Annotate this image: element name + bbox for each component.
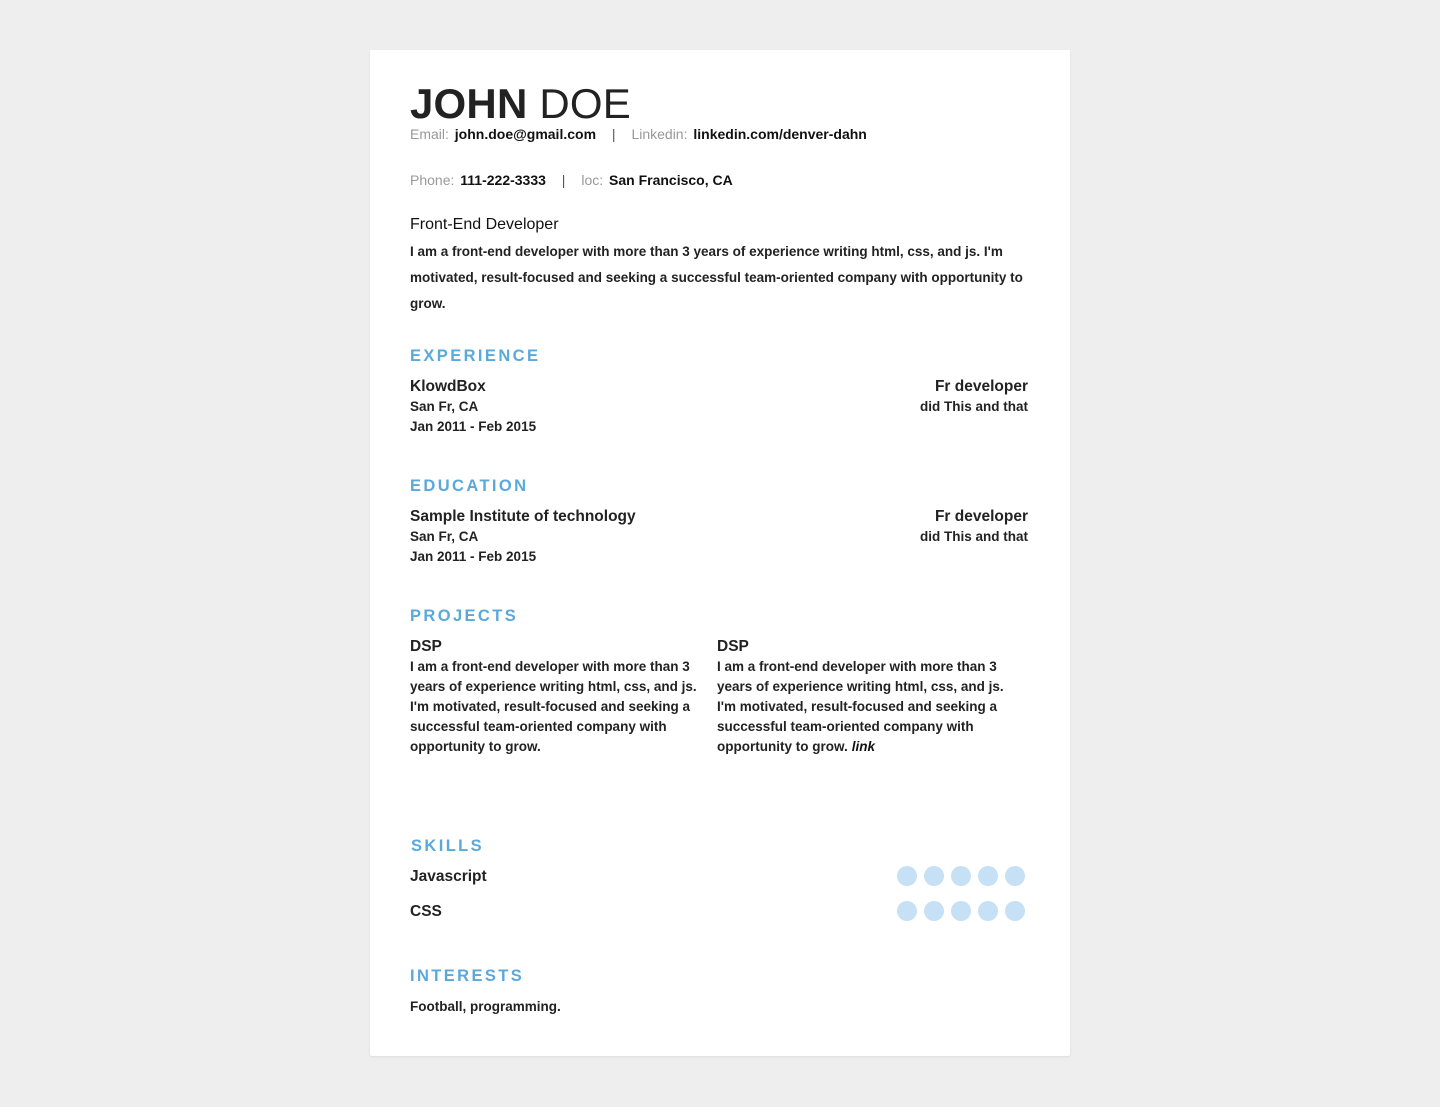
skill-dot bbox=[978, 866, 998, 886]
education-description: did This and that bbox=[920, 529, 1028, 544]
linkedin-link[interactable]: linkedin.com/denver-dahn bbox=[693, 126, 866, 142]
experience-role: Fr developer bbox=[934, 378, 1028, 395]
education-entry: Sample Institute of technology San Fr, C… bbox=[410, 507, 1028, 569]
education-heading: EDUCATION bbox=[410, 477, 529, 495]
resume-page: JOHN DOE Email: john.doe@gmail.com | Lin… bbox=[370, 50, 1070, 1056]
location-value: San Francisco, CA bbox=[609, 172, 733, 188]
skill-dot bbox=[951, 901, 971, 921]
skill-row: Javascript bbox=[410, 866, 1028, 890]
project-card: DSP I am a front-end developer with more… bbox=[410, 637, 710, 757]
skill-rating bbox=[897, 866, 1025, 886]
skill-dot bbox=[897, 901, 917, 921]
contact-separator: | bbox=[561, 172, 566, 188]
skill-dot bbox=[1005, 866, 1025, 886]
education-location: San Fr, CA bbox=[410, 529, 479, 544]
experience-entry: KlowdBox San Fr, CA Jan 2011 - Feb 2015 … bbox=[410, 377, 1028, 439]
linkedin-label: Linkedin: bbox=[631, 126, 688, 142]
skill-dot bbox=[978, 901, 998, 921]
first-name: JOHN bbox=[410, 80, 528, 127]
project-description: I am a front-end developer with more tha… bbox=[717, 659, 1004, 754]
project-description: I am a front-end developer with more tha… bbox=[410, 659, 697, 754]
project-card: DSP I am a front-end developer with more… bbox=[717, 637, 1017, 757]
experience-org: KlowdBox bbox=[410, 378, 486, 395]
project-name: DSP bbox=[410, 638, 442, 655]
skill-dot bbox=[1005, 901, 1025, 921]
skill-dot bbox=[951, 866, 971, 886]
skill-row: CSS bbox=[410, 901, 1028, 925]
skill-dot bbox=[924, 901, 944, 921]
experience-heading: EXPERIENCE bbox=[410, 347, 541, 365]
experience-dates: Jan 2011 - Feb 2015 bbox=[410, 419, 537, 434]
skill-name: CSS bbox=[410, 903, 442, 920]
skill-rating bbox=[897, 901, 1025, 921]
phone-value: 111-222-3333 bbox=[460, 172, 546, 188]
projects-heading: PROJECTS bbox=[410, 607, 519, 625]
contact-line-phone-location: Phone: 111-222-3333 | loc: San Francisco… bbox=[410, 171, 733, 189]
experience-description: did This and that bbox=[920, 399, 1028, 414]
interests-text: Football, programming. bbox=[410, 999, 561, 1014]
location-label: loc: bbox=[581, 172, 604, 188]
candidate-name: JOHN DOE bbox=[410, 80, 631, 128]
profile-summary: I am a front-end developer with more tha… bbox=[410, 244, 1023, 311]
project-name: DSP bbox=[717, 638, 749, 655]
job-headline: Front-End Developer bbox=[410, 216, 559, 233]
skills-heading: SKILLS bbox=[411, 837, 485, 855]
education-role: Fr developer bbox=[934, 508, 1028, 525]
education-org: Sample Institute of technology bbox=[410, 508, 636, 525]
email-link[interactable]: john.doe@gmail.com bbox=[455, 126, 596, 142]
contact-separator: | bbox=[611, 126, 616, 142]
interests-heading: INTERESTS bbox=[410, 967, 525, 985]
phone-label: Phone: bbox=[410, 172, 455, 188]
project-link[interactable]: link bbox=[852, 739, 875, 754]
skill-name: Javascript bbox=[410, 868, 487, 885]
skill-dot bbox=[924, 866, 944, 886]
experience-location: San Fr, CA bbox=[410, 399, 479, 414]
last-name: DOE bbox=[539, 80, 631, 127]
email-label: Email: bbox=[410, 126, 449, 142]
skill-dot bbox=[897, 866, 917, 886]
education-dates: Jan 2011 - Feb 2015 bbox=[410, 549, 537, 564]
contact-line-email-linkedin: Email: john.doe@gmail.com | Linkedin: li… bbox=[410, 125, 867, 143]
